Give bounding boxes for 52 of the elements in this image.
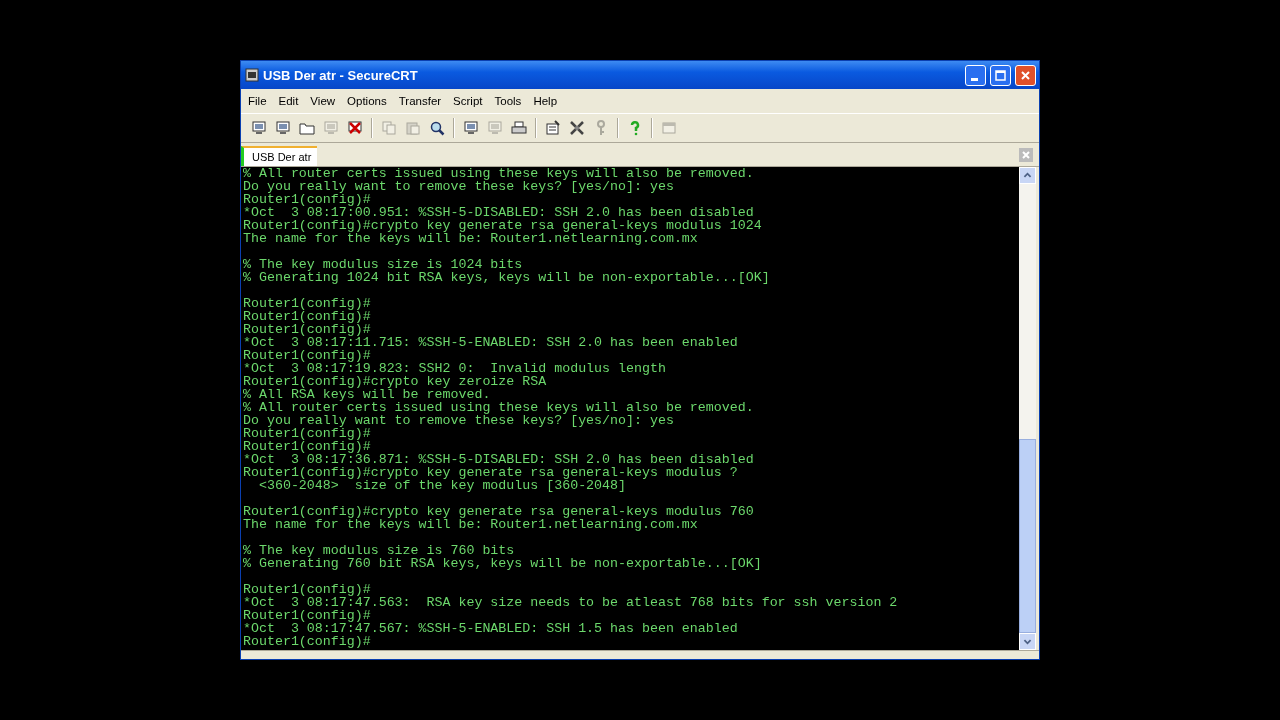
terminal-line: Router1(config)# bbox=[243, 609, 372, 622]
menu-item[interactable]: File bbox=[242, 95, 273, 107]
terminal-line: Router1(config)# bbox=[243, 440, 372, 453]
terminal-line: Router1(config)# bbox=[243, 193, 372, 206]
terminal-line: *Oct 3 08:17:11.715: %SSH-5-ENABLED: SSH 2.0 has been enabled bbox=[243, 336, 739, 349]
terminal-line: % Generating 1024 bit RSA keys, keys will be non-exportable...[OK] bbox=[243, 271, 771, 284]
app-icon bbox=[245, 68, 259, 82]
terminal-line: % All router certs issued using these keys will also be removed. bbox=[243, 401, 755, 414]
terminal-line: *Oct 3 08:17:47.563: RSA key size needs to be atleast 768 bits for ssh version 2 bbox=[243, 596, 899, 609]
menu-item[interactable]: Script bbox=[447, 95, 489, 107]
terminal-line: Router1(config)#crypto key generate rsa general-keys modulus 760 bbox=[243, 505, 755, 518]
close-button[interactable] bbox=[1015, 64, 1036, 86]
terminal-line: The name for the keys will be: Router1.netlearning.com.mx bbox=[243, 232, 699, 245]
terminal-line: <360-2048> size of the key modulus [360-2048] bbox=[258, 479, 626, 492]
terminal-line: Router1(config)# bbox=[243, 427, 372, 440]
terminal-line: Router1(config)# bbox=[243, 310, 372, 323]
terminal-line: Router1(config)#crypto key zeroize RSA bbox=[243, 375, 548, 388]
menu-item[interactable]: Tools bbox=[488, 95, 528, 107]
terminal-line: Do you really want to remove these keys? [yes/no]: yes bbox=[243, 414, 675, 427]
terminal-line: The name for the keys will be: Router1.netlearning.com.mx bbox=[243, 518, 699, 531]
terminal-line: % All RSA keys will be removed. bbox=[243, 388, 492, 401]
maximize-button[interactable] bbox=[990, 64, 1011, 86]
session-tab[interactable]: USB Der atr bbox=[241, 146, 318, 166]
menu-item[interactable]: Edit bbox=[272, 95, 305, 107]
terminal-line: *Oct 3 08:17:47.567: %SSH-5-ENABLED: SSH 1.5 has been enabled bbox=[243, 622, 739, 635]
terminal-line: Router1(config)#crypto key generate rsa general-keys modulus 1024 bbox=[243, 219, 763, 232]
close-icon bbox=[1020, 69, 1031, 81]
terminal-line: *Oct 3 08:17:00.951: %SSH-5-DISABLED: SSH 2.0 has been disabled bbox=[243, 206, 755, 219]
terminal-line: Router1(config)# bbox=[243, 297, 372, 310]
scroll-down-icon[interactable] bbox=[1019, 633, 1036, 650]
terminal-line: % The key modulus size is 760 bits bbox=[243, 544, 516, 557]
menu-item[interactable]: Help bbox=[527, 95, 564, 107]
scrollbar-thumb[interactable] bbox=[1019, 439, 1036, 633]
terminal-line: Router1(config)# bbox=[243, 635, 372, 648]
minimize-icon bbox=[970, 77, 978, 81]
terminal-line: Router1(config)# bbox=[243, 583, 372, 596]
menu-item[interactable]: Transfer bbox=[392, 95, 448, 107]
terminal-line: *Oct 3 08:17:19.823: SSH2 0: Invalid modulus length bbox=[243, 362, 667, 375]
terminal-line: Router1(config)# bbox=[243, 323, 372, 336]
terminal-line: Do you really want to remove these keys? [yes/no]: yes bbox=[243, 180, 675, 193]
minimize-button[interactable] bbox=[965, 64, 986, 86]
terminal-line: % All router certs issued using these keys will also be removed. bbox=[243, 167, 755, 180]
window-title: USB Der atr - SecureCRT bbox=[263, 67, 419, 83]
terminal-line: Router1(config)# bbox=[243, 349, 372, 362]
scroll-up-icon[interactable] bbox=[1019, 167, 1036, 184]
maximize-icon bbox=[995, 69, 1006, 81]
terminal-line: Router1(config)#crypto key generate rsa general-keys modulus ? bbox=[243, 466, 739, 479]
menu-item[interactable]: Options bbox=[341, 95, 393, 107]
terminal-line: *Oct 3 08:17:36.871: %SSH-5-DISABLED: SSH 2.0 has been disabled bbox=[243, 453, 755, 466]
menu-item[interactable]: View bbox=[304, 95, 342, 107]
terminal-line: % The key modulus size is 1024 bits bbox=[243, 258, 524, 271]
terminal-line: % Generating 760 bit RSA keys, keys will be non-exportable...[OK] bbox=[243, 557, 763, 570]
